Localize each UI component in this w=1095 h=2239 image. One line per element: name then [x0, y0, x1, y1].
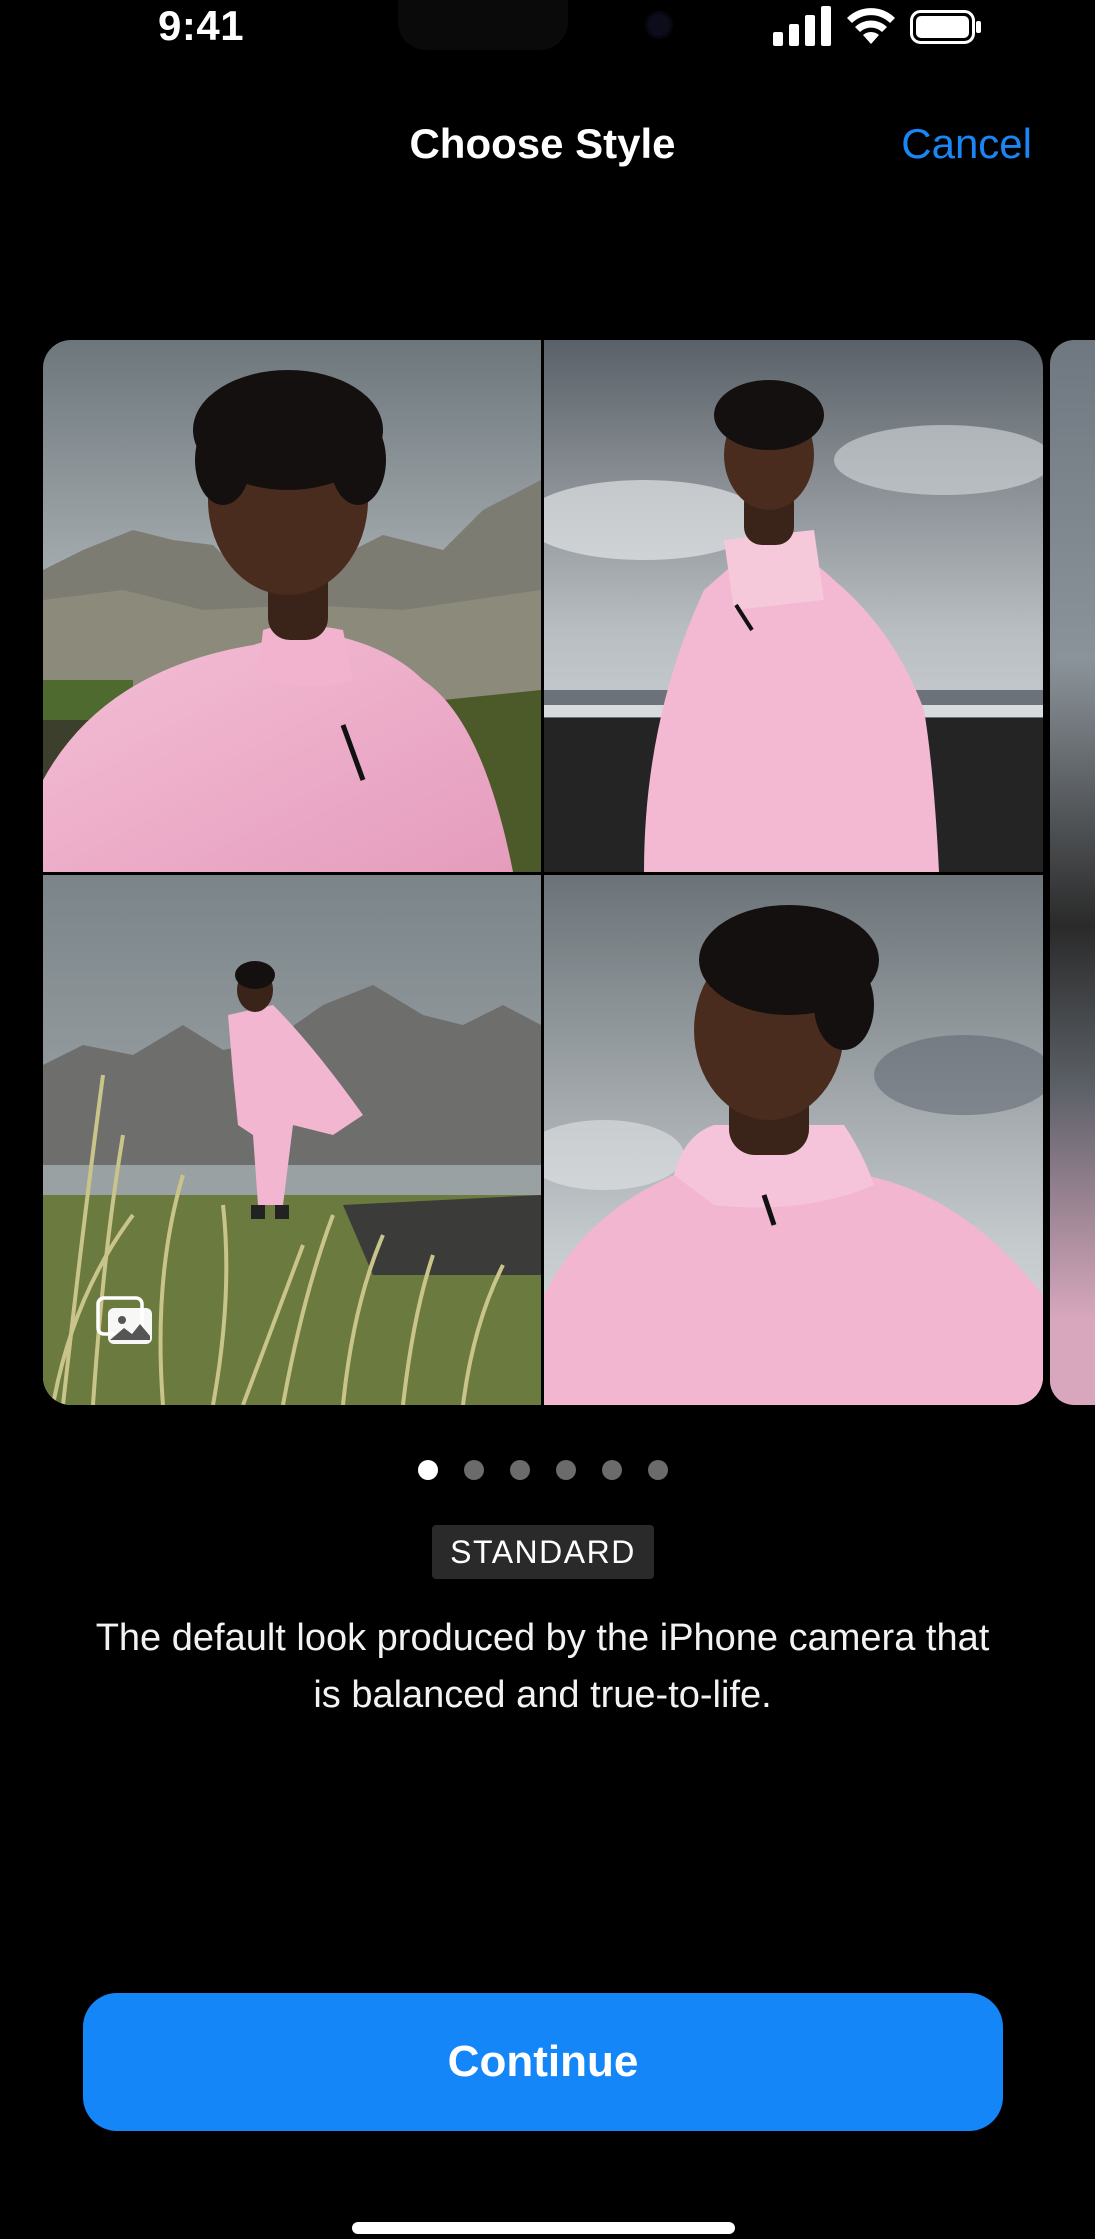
page-dot-1[interactable]	[417, 1460, 438, 1480]
photo-gallery-icon[interactable]	[96, 1296, 156, 1348]
page-dot-6[interactable]	[647, 1460, 668, 1480]
photo-selfie-mountains	[43, 340, 541, 872]
photo-standing-beach	[544, 340, 1043, 872]
style-name-badge: STANDARD	[432, 1525, 654, 1579]
style-description: The default look produced by the iPhone …	[95, 1617, 990, 1716]
style-preview-carousel[interactable]	[43, 340, 1043, 1405]
continue-button[interactable]: Continue	[83, 1993, 1003, 2131]
cancel-button[interactable]: Cancel	[901, 120, 1032, 168]
dynamic-island	[398, 0, 568, 50]
next-style-preview[interactable]	[1050, 340, 1095, 1405]
wifi-icon	[847, 8, 895, 44]
status-time: 9:41	[158, 2, 245, 49]
page-dot-2[interactable]	[463, 1460, 484, 1480]
page-dot-5[interactable]	[601, 1460, 622, 1480]
page-dot-4[interactable]	[555, 1460, 576, 1480]
home-indicator[interactable]	[352, 2222, 735, 2234]
status-bar: 9:41	[0, 0, 1095, 60]
cellular-signal-icon	[773, 6, 831, 46]
page-dot-3[interactable]	[509, 1460, 530, 1480]
photo-portrait-sky	[544, 875, 1043, 1405]
battery-icon	[910, 10, 981, 44]
camera-indicator-icon	[648, 14, 670, 36]
page-indicator[interactable]	[0, 1460, 1085, 1482]
